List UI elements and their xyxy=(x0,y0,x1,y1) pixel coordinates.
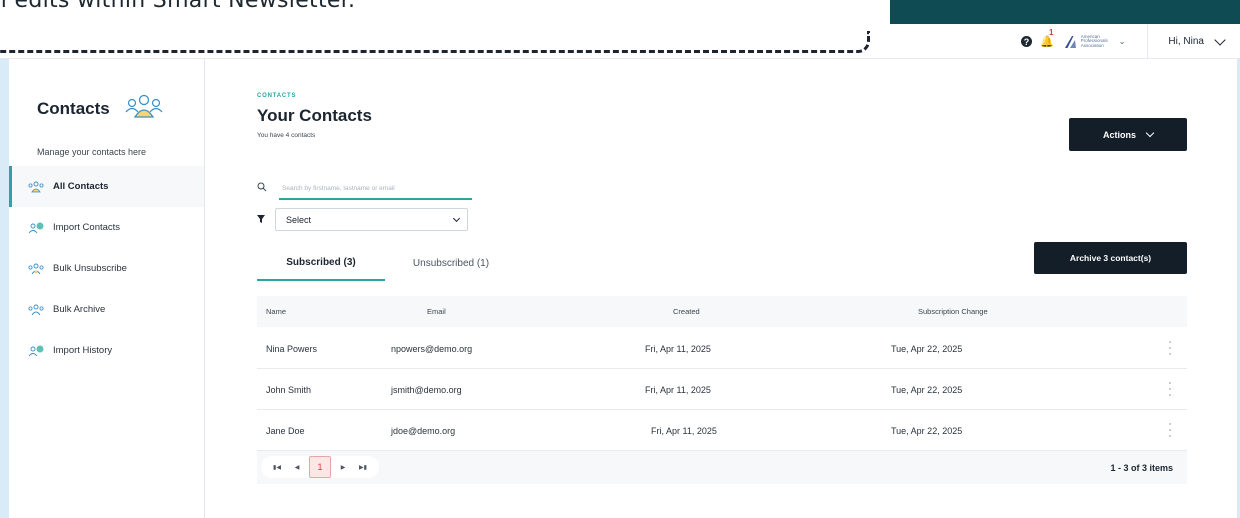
main-content: CONTACTS Your Contacts You have 4 contac… xyxy=(206,59,1240,518)
column-header-name[interactable]: Name xyxy=(266,296,286,327)
org-logo-text: American Professionals Association xyxy=(1080,33,1108,48)
pagination-controls: ▮◀ ◀ 1 ▶ ▶▮ xyxy=(261,456,379,478)
tab-subscribed[interactable]: Subscribed (3) xyxy=(257,245,385,281)
tab-unsubscribed[interactable]: Unsubscribed (1) xyxy=(392,245,510,281)
sidebar-item-import-history[interactable]: Import History xyxy=(9,330,204,371)
archive-contacts-button[interactable]: Archive 3 contact(s) xyxy=(1034,242,1187,274)
cell-name: John Smith xyxy=(266,384,312,395)
chevron-down-icon xyxy=(452,214,461,223)
cell-subscription-change: Tue, Apr 22, 2025 xyxy=(891,425,963,436)
prev-page-icon[interactable]: ◀ xyxy=(287,457,307,477)
cell-name: Jane Doe xyxy=(266,425,305,436)
org-switcher[interactable]: American Professionals Association ⌄ xyxy=(1064,33,1126,49)
unsubscribe-group-icon xyxy=(28,263,44,274)
table-row[interactable]: Jane Doe jdoe@demo.org Fri, Apr 11, 2025… xyxy=(257,410,1187,451)
sidebar-item-bulk-archive[interactable]: Bulk Archive xyxy=(9,289,204,330)
contacts-group-icon xyxy=(125,94,163,118)
cell-created: Fri, Apr 11, 2025 xyxy=(645,343,711,354)
last-page-icon[interactable]: ▶▮ xyxy=(353,457,373,477)
header-divider xyxy=(1147,24,1149,59)
breadcrumb: CONTACTS xyxy=(257,93,297,99)
filter-icon xyxy=(257,215,265,223)
row-menu-icon[interactable] xyxy=(1169,382,1172,396)
import-contacts-icon xyxy=(28,222,44,233)
import-history-icon xyxy=(28,345,44,356)
page-number-button[interactable]: 1 xyxy=(309,456,331,478)
cell-email: npowers@demo.org xyxy=(391,343,473,354)
filter-select-value: Select xyxy=(286,214,312,225)
chevron-down-icon xyxy=(1145,128,1155,137)
page-title: Your Contacts xyxy=(257,106,372,125)
header-actions: ? 🔔 1 American Professionals Association … xyxy=(1021,24,1240,59)
bell-icon[interactable]: 🔔 1 xyxy=(1040,28,1054,48)
cell-subscription-change: Tue, Apr 22, 2025 xyxy=(891,384,963,395)
cell-created: Fri, Apr 11, 2025 xyxy=(651,425,717,436)
cell-email: jsmith@demo.org xyxy=(391,384,462,395)
sidebar-subtitle: Manage your contacts here xyxy=(37,147,147,157)
filter-select[interactable]: Select xyxy=(275,208,468,231)
cell-created: Fri, Apr 11, 2025 xyxy=(645,384,711,395)
next-page-icon[interactable]: ▶ xyxy=(333,457,353,477)
actions-label: Actions xyxy=(1102,129,1136,140)
tour-tooltip: al edits within Smart Newsletter. xyxy=(0,0,890,54)
contacts-group-icon xyxy=(28,181,44,192)
first-page-icon[interactable]: ▮◀ xyxy=(267,457,287,477)
column-header-created[interactable]: Created xyxy=(673,296,700,327)
sidebar-title: Contacts xyxy=(37,99,110,118)
pagination-info: 1 - 3 of 3 items xyxy=(1110,462,1173,473)
sidebar-item-label: Import Contacts xyxy=(53,222,121,233)
table-row[interactable]: John Smith jsmith@demo.org Fri, Apr 11, … xyxy=(257,369,1187,410)
row-menu-icon[interactable] xyxy=(1169,341,1172,355)
sidebar-item-label: Import History xyxy=(53,345,113,356)
sidebar-item-label: Bulk Archive xyxy=(53,304,106,315)
sidebar-item-all-contacts[interactable]: All Contacts xyxy=(9,166,204,207)
search-input[interactable] xyxy=(279,178,472,200)
cell-email: jdoe@demo.org xyxy=(391,425,456,436)
sidebar-item-label: All Contacts xyxy=(53,181,109,192)
row-menu-icon[interactable] xyxy=(1169,423,1172,437)
archive-group-icon xyxy=(28,304,44,315)
column-header-email[interactable]: Email xyxy=(427,296,446,327)
pagination: ▮◀ ◀ 1 ▶ ▶▮ 1 - 3 of 3 items xyxy=(257,451,1187,484)
contact-count: You have 4 contacts xyxy=(257,132,316,139)
left-rail xyxy=(0,59,9,518)
table-row[interactable]: Nina Powers npowers@demo.org Fri, Apr 11… xyxy=(257,328,1187,369)
user-menu[interactable]: Hi, Nina xyxy=(1168,36,1204,47)
org-logo-icon xyxy=(1064,35,1076,48)
notification-badge: 1 xyxy=(1049,28,1054,37)
help-icon[interactable]: ? xyxy=(1021,36,1033,47)
tooltip-dashed-border xyxy=(0,31,870,53)
chevron-down-icon: ⌄ xyxy=(1118,37,1126,46)
sidebar-item-bulk-unsubscribe[interactable]: Bulk Unsubscribe xyxy=(9,248,204,289)
sidebar-item-import-contacts[interactable]: Import Contacts xyxy=(9,207,204,248)
tooltip-text: al edits within Smart Newsletter. xyxy=(0,0,356,13)
table-header: Name Email Created Subscription Change xyxy=(257,296,1187,327)
cell-name: Nina Powers xyxy=(266,343,318,354)
actions-button[interactable]: Actions xyxy=(1069,118,1187,151)
column-header-subscription-change[interactable]: Subscription Change xyxy=(918,296,988,327)
sidebar-item-label: Bulk Unsubscribe xyxy=(53,263,127,274)
chevron-down-icon[interactable] xyxy=(1214,33,1226,46)
search-icon xyxy=(257,182,267,192)
cell-subscription-change: Tue, Apr 22, 2025 xyxy=(891,343,963,354)
sidebar: Contacts Manage your contacts here All C… xyxy=(9,59,205,518)
